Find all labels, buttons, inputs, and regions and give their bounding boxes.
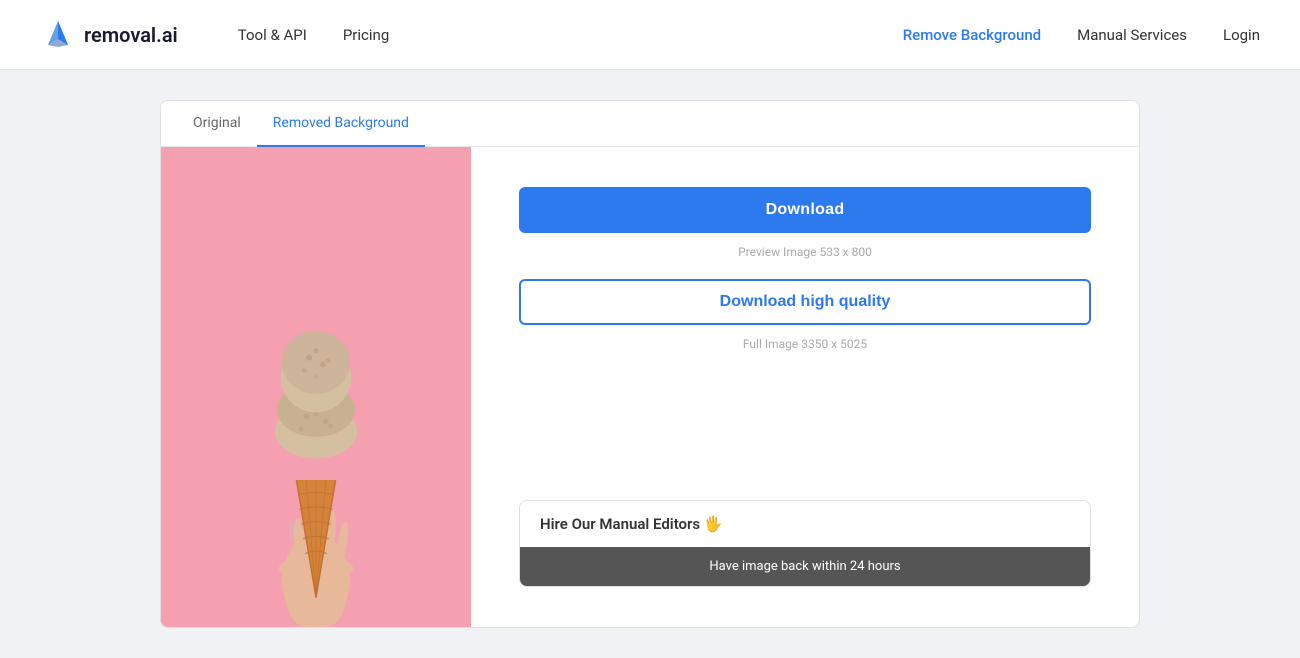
hire-card-title-text: Hire Our Manual Editors 🖐 — [540, 515, 723, 533]
tab-bar: Original Removed Background — [161, 101, 1139, 147]
nav-tool-api[interactable]: Tool & API — [238, 26, 307, 44]
tab-removed-background[interactable]: Removed Background — [257, 101, 425, 147]
nav-pricing[interactable]: Pricing — [343, 26, 389, 44]
full-meta: Full Image 3350 x 5025 — [519, 337, 1091, 351]
content-area: Download Preview Image 533 x 800 Downloa… — [161, 147, 1139, 627]
image-panel — [161, 147, 471, 627]
nav-remove-background[interactable]: Remove Background — [903, 26, 1041, 44]
ice-cream-illustration — [161, 147, 471, 627]
header: removal.ai Tool & API Pricing Remove Bac… — [0, 0, 1300, 70]
nav-manual-services[interactable]: Manual Services — [1077, 26, 1187, 44]
spacer — [519, 363, 1091, 480]
main-content: Original Removed Background — [0, 70, 1300, 658]
right-panel: Download Preview Image 533 x 800 Downloa… — [471, 147, 1139, 627]
hire-card-subtitle: Have image back within 24 hours — [520, 547, 1090, 586]
nav-login[interactable]: Login — [1223, 26, 1260, 44]
logo[interactable]: removal.ai — [40, 17, 178, 53]
download-hq-button[interactable]: Download high quality — [519, 279, 1091, 325]
tab-original[interactable]: Original — [177, 101, 257, 147]
logo-text: removal.ai — [84, 23, 178, 47]
download-button[interactable]: Download — [519, 187, 1091, 233]
editor-card: Original Removed Background — [160, 100, 1140, 628]
nav-left: Tool & API Pricing — [238, 26, 903, 44]
preview-meta: Preview Image 533 x 800 — [519, 245, 1091, 259]
nav-right: Remove Background Manual Services Login — [903, 26, 1260, 44]
logo-icon — [40, 17, 76, 53]
hire-editors-card[interactable]: Hire Our Manual Editors 🖐 Have image bac… — [519, 500, 1091, 587]
hire-card-title: Hire Our Manual Editors 🖐 — [520, 501, 1090, 547]
